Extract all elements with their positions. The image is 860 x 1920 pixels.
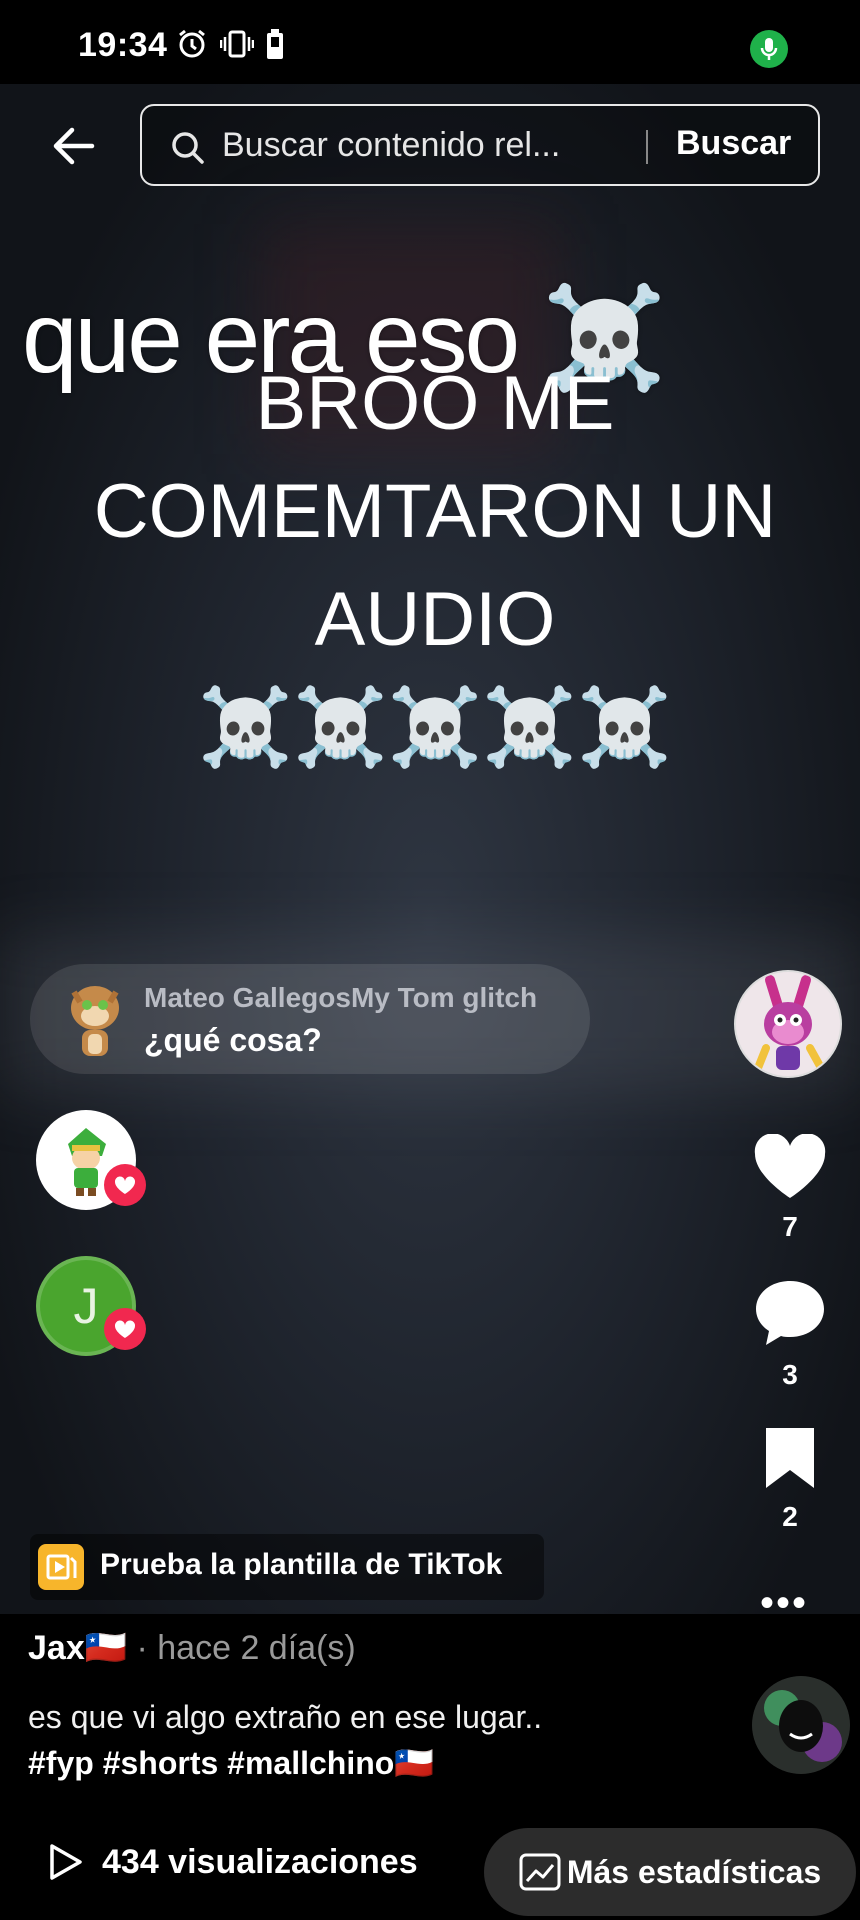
- mic-indicator-icon: [750, 30, 788, 68]
- comment-text: ¿qué cosa?: [144, 1022, 322, 1058]
- post-author-row: Jax🇨🇱 · hace 2 día(s): [28, 1628, 356, 1668]
- save-button[interactable]: 2: [740, 1424, 840, 1533]
- play-icon: [50, 1844, 82, 1880]
- bottom-bar: 434 visualizaciones Más estadísticas: [0, 1824, 860, 1920]
- comment-count: 3: [782, 1359, 798, 1390]
- description-text: es que vi algo extraño en ese lugar..: [28, 1699, 543, 1735]
- back-arrow-icon: [53, 127, 95, 165]
- stats-chart-icon: [519, 1853, 561, 1891]
- template-banner[interactable]: Prueba la plantilla de TikTok: [30, 1534, 544, 1600]
- comment-username: Mateo GallegosMy Tom glitch: [144, 982, 538, 1013]
- hashtags[interactable]: #fyp #shorts #mallchino🇨🇱: [28, 1740, 728, 1786]
- sound-disc[interactable]: [752, 1676, 850, 1774]
- alarm-icon: [179, 29, 205, 58]
- status-time: 19:34: [78, 26, 168, 64]
- bookmark-icon: [766, 1428, 814, 1488]
- more-stats-button[interactable]: Más estadísticas: [484, 1828, 856, 1916]
- search-button[interactable]: Buscar: [676, 124, 791, 163]
- status-bar: 19:34: [0, 0, 860, 84]
- post-time: · hace 2 día(s): [127, 1629, 356, 1667]
- liked-heart-icon: [104, 1164, 146, 1206]
- status-icons: [176, 28, 284, 60]
- views-indicator: 434 visualizaciones: [44, 1842, 418, 1882]
- battery-icon: [267, 29, 283, 59]
- search-icon: [172, 132, 204, 164]
- liker-initial: J: [73, 1278, 99, 1334]
- creator-avatar[interactable]: [734, 970, 842, 1078]
- more-options-icon[interactable]: •••: [760, 1583, 808, 1623]
- views-count: 434 visualizaciones: [102, 1842, 418, 1881]
- like-button[interactable]: 7: [740, 1133, 840, 1243]
- video-caption-emojis: ☠️☠️☠️☠️☠️: [198, 685, 672, 770]
- template-label: Prueba la plantilla de TikTok: [100, 1548, 503, 1581]
- comment-bubble[interactable]: Mateo GallegosMy Tom glitch ¿qué cosa?: [30, 964, 590, 1074]
- save-count: 2: [782, 1501, 798, 1532]
- heart-icon: [754, 1133, 826, 1198]
- like-count: 7: [782, 1211, 798, 1242]
- vibrate-icon: [220, 30, 254, 58]
- video-caption: BROO ME COMEMTARON UN AUDIO ☠️☠️☠️☠️☠️: [40, 350, 830, 782]
- liked-heart-icon: [104, 1308, 146, 1350]
- search-input[interactable]: Buscar contenido rel...: [222, 126, 560, 165]
- post-description: es que vi algo extraño en ese lugar.. #f…: [28, 1694, 728, 1786]
- comment-icon: [756, 1281, 824, 1345]
- search-bar[interactable]: Buscar contenido rel... Buscar: [140, 104, 820, 186]
- more-stats-label: Más estadísticas: [566, 1853, 822, 1890]
- video-caption-text: BROO ME COMEMTARON UN AUDIO: [93, 361, 777, 662]
- back-button[interactable]: [48, 120, 100, 172]
- comment-button[interactable]: 3: [740, 1278, 840, 1391]
- template-icon: [38, 1544, 84, 1590]
- search-divider: [646, 130, 648, 164]
- author-name[interactable]: Jax🇨🇱: [28, 1629, 127, 1667]
- comment-avatar: [60, 978, 130, 1060]
